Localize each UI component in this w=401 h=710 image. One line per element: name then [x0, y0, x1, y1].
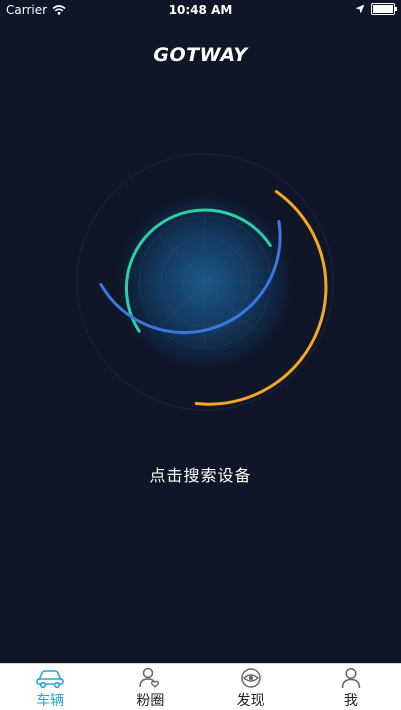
tab-discover[interactable]: 发现 [201, 664, 301, 710]
tab-label-fans: 粉圈 [136, 693, 165, 709]
user-icon [341, 667, 361, 689]
location-arrow-icon [355, 4, 365, 14]
tab-label-discover: 发现 [236, 693, 265, 709]
car-icon [36, 670, 64, 689]
battery-icon [371, 3, 397, 15]
tab-fans[interactable]: 粉圈 [100, 664, 200, 710]
tab-me[interactable]: 我 [301, 664, 401, 710]
tab-label-vehicle: 车辆 [36, 693, 65, 709]
status-bar: Carrier 10:48 AM [0, 0, 401, 20]
battery-fill [373, 5, 393, 13]
search-device-prompt[interactable]: 点击搜索设备 [0, 462, 401, 486]
tab-vehicle[interactable]: 车辆 [0, 664, 100, 710]
eye-icon [240, 668, 261, 688]
status-right [355, 3, 397, 15]
status-time: 10:48 AM [168, 3, 233, 17]
search-device-scanner[interactable] [60, 150, 350, 440]
app-logo: GOTWAY [153, 44, 248, 66]
tab-bar: 车辆 粉圈 发现 我 [0, 663, 401, 710]
fans-icon [139, 667, 160, 688]
tab-label-me: 我 [343, 693, 358, 709]
